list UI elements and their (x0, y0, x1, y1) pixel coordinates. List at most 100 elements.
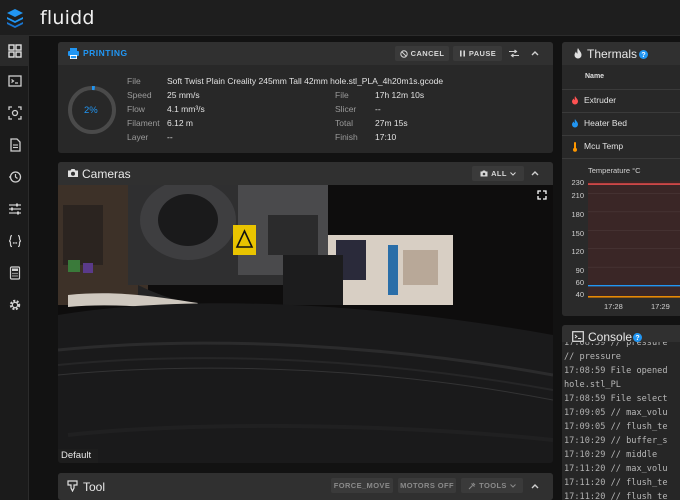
camera-select-button[interactable]: ALL (472, 166, 524, 181)
console-line: hole.stl_PL (564, 380, 621, 390)
camera-focus-icon[interactable] (0, 98, 29, 128)
calculator-icon[interactable] (0, 258, 29, 288)
finish-label: Finish (335, 132, 358, 142)
console-line: 17:08:59 // pressure (564, 342, 668, 348)
console-icon (572, 331, 584, 342)
console-icon[interactable] (0, 66, 29, 96)
heater-bed-fire-icon (572, 119, 578, 128)
temperature-chart[interactable] (588, 181, 680, 298)
camera-small-icon (480, 170, 488, 177)
tool-card: Tool FORCE_MOVE MOTORS OFF TOOLS (58, 473, 553, 500)
y-tick: 120 (571, 247, 584, 256)
console-timestamp: 17:08:59 (564, 366, 611, 376)
thermal-row-extruder[interactable]: Extruder (562, 89, 680, 111)
tune-icon[interactable] (0, 194, 29, 224)
printer-icon (68, 48, 79, 59)
console-timestamp: 17:11:20 (564, 492, 611, 500)
file-time-value: 17h 12m 10s (375, 90, 425, 100)
force-move-button[interactable]: FORCE_MOVE (331, 478, 393, 493)
console-timestamp: 17:08:59 (564, 342, 611, 348)
printing-card: PRINTING CANCEL PAUSE 2% File Soft Twist… (58, 42, 553, 153)
layer-label: Layer (127, 132, 149, 142)
pause-button[interactable]: PAUSE (453, 46, 502, 61)
fluidd-logo-icon[interactable] (0, 0, 30, 36)
file-label: File (127, 76, 141, 86)
console-timestamp: 17:11:20 (564, 478, 611, 488)
sidebar-nav (0, 36, 29, 500)
name-column-header: Name (585, 73, 605, 80)
tool-header: Tool FORCE_MOVE MOTORS OFF TOOLS (58, 473, 553, 500)
help-icon[interactable]: ? (633, 333, 642, 342)
force-move-label: FORCE_MOVE (333, 481, 391, 490)
thermal-row-heater-bed[interactable]: Heater Bed (562, 112, 680, 134)
printer-head-icon (67, 480, 78, 492)
camera-feed[interactable] (58, 185, 553, 463)
total-value: 27m 15s (375, 118, 408, 128)
flow-value: 4.1 mm³/s (167, 104, 205, 114)
cancel-label: CANCEL (410, 49, 445, 58)
code-braces-icon[interactable] (0, 226, 29, 256)
thermal-label-mcu-temp: Mcu Temp (584, 141, 624, 151)
x-tick: 17:29 (651, 302, 670, 311)
slicer-value: -- (375, 104, 381, 114)
camera-icon (68, 169, 78, 177)
console-log[interactable]: 17:08:59 // pressure // pressure 17:08:59… (562, 342, 680, 500)
console-line: 17:09:05 // max_volu (564, 408, 668, 418)
thermal-row-mcu-temp[interactable]: Mcu Temp (562, 135, 680, 157)
help-icon[interactable]: ? (639, 50, 648, 59)
tool-title: Tool (83, 480, 106, 494)
gear-icon[interactable] (0, 290, 29, 320)
file-icon[interactable] (0, 130, 29, 160)
tools-menu-button[interactable]: TOOLS (461, 478, 523, 493)
total-label: Total (335, 118, 353, 128)
motors-off-label: MOTORS OFF (400, 481, 454, 490)
cancel-button[interactable]: CANCEL (395, 46, 449, 61)
app-bar: fluidd (0, 0, 680, 36)
swap-icon[interactable] (509, 49, 519, 58)
pause-icon (459, 50, 465, 57)
chart-plot-bg (588, 181, 680, 298)
extruder-fire-icon (572, 96, 578, 105)
thermals-header: Thermals ? (562, 42, 680, 65)
wrench-icon (468, 482, 476, 489)
console-line: 17:11:20 // flush_te (564, 492, 668, 500)
flow-label: Flow (127, 104, 145, 114)
fullscreen-icon[interactable] (537, 190, 547, 200)
console-line: 17:11:20 // max_volu (564, 464, 668, 474)
console-line: 17:10:29 // buffer_s (564, 436, 668, 446)
camera-select-label: ALL (491, 169, 507, 178)
dashboard-icon[interactable] (0, 36, 29, 66)
y-tick: 210 (571, 191, 584, 200)
thermal-label-heater-bed: Heater Bed (584, 118, 627, 128)
motors-off-button[interactable]: MOTORS OFF (398, 478, 456, 493)
chevron-down-icon (510, 171, 516, 176)
chevron-up-icon[interactable] (531, 170, 539, 176)
progress-percent: 2% (84, 105, 98, 116)
y-tick: 90 (575, 266, 584, 275)
console-message: // buffer_s (610, 436, 668, 446)
console-line: 17:09:05 // flush_te (564, 422, 668, 432)
console-timestamp: 17:09:05 (564, 422, 611, 432)
camera-caption: Default (61, 450, 92, 461)
y-tick: 180 (571, 210, 584, 219)
console-line: 17:10:29 // middle (564, 450, 657, 460)
cameras-card: Cameras ALL Default (58, 162, 553, 463)
console-timestamp: 17:09:05 (564, 408, 611, 418)
filament-value: 6.12 m (167, 118, 193, 128)
chevron-up-icon[interactable] (531, 483, 539, 489)
console-message: // flush_te (610, 422, 668, 432)
console-message: hole.stl_PL (564, 380, 621, 390)
console-message: // max_volu (610, 408, 668, 418)
x-tick: 17:28 (604, 302, 623, 311)
console-line: // pressure (564, 352, 621, 362)
console-timestamp: 17:10:29 (564, 436, 611, 446)
thermals-title: Thermals (587, 47, 638, 61)
console-message: // middle (610, 450, 658, 460)
svg-text:?: ? (641, 52, 645, 59)
console-line: 17:08:59 File opened (564, 366, 668, 376)
console-message: // pressure (564, 352, 621, 362)
svg-text:?: ? (635, 335, 639, 342)
history-icon[interactable] (0, 162, 29, 192)
console-message: // flush_te (610, 478, 668, 488)
chevron-up-icon[interactable] (531, 50, 539, 56)
